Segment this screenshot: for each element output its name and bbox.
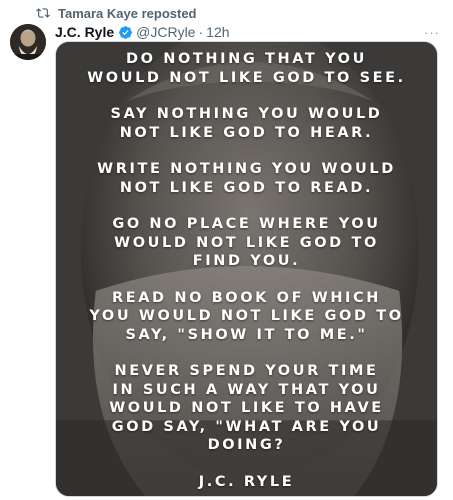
quote-text-line: DO NOTHING THAT YOU	[126, 51, 367, 67]
quote-text-line: NEVER SPEND YOUR TIME	[114, 363, 379, 379]
quote-text-line: YOU WOULD NOT LIKE GOD TO	[89, 308, 404, 324]
quote-text-line: WOULD NOT LIKE GOD TO SEE.	[87, 69, 406, 86]
timestamp[interactable]: 12h	[206, 24, 229, 40]
author-name[interactable]: J.C. Ryle	[55, 24, 114, 40]
quote-line-5: READ NO BOOK OF WHICH YOU WOULD NOT LIKE…	[56, 289, 437, 345]
quote-line-4: GO NO PLACE WHERE YOU WOULD NOT LIKE GOD…	[56, 215, 437, 271]
repost-icon	[36, 6, 50, 20]
quote-text-line: NOT LIKE GOD TO READ.	[119, 179, 374, 196]
author-handle[interactable]: @JCRyle	[136, 24, 195, 40]
more-options-icon[interactable]: ···	[423, 25, 441, 40]
repost-label: Tamara Kaye reposted	[58, 5, 197, 21]
tweet-image[interactable]: DO NOTHING THAT YOU WOULD NOT LIKE GOD T…	[55, 41, 438, 497]
avatar[interactable]	[10, 24, 46, 60]
quote-text-line: SAY, "SHOW IT TO ME."	[125, 326, 368, 343]
quote-line-2: SAY NOTHING YOU WOULD NOT LIKE GOD TO HE…	[56, 105, 437, 142]
quote-text-line: GO NO PLACE WHERE YOU	[112, 216, 381, 232]
quote-text-line: WOULD NOT LIKE GOD TO	[114, 234, 379, 251]
quote-text: DO NOTHING THAT YOU WOULD NOT LIKE GOD T…	[56, 50, 437, 496]
quote-text-line: SAY NOTHING YOU WOULD	[110, 106, 383, 122]
quote-text-line: NOT LIKE GOD TO HEAR.	[119, 124, 374, 141]
separator-dot: ·	[198, 24, 204, 40]
quote-line-3: WRITE NOTHING YOU WOULD NOT LIKE GOD TO …	[56, 160, 437, 197]
quote-text-line: FIND YOU.	[192, 253, 301, 269]
quote-line-6: NEVER SPEND YOUR TIME IN SUCH A WAY THAT…	[56, 362, 437, 455]
tweet[interactable]: Tamara Kaye reposted J.C. Ryle @JCRyle ·…	[0, 0, 453, 500]
verified-badge-icon	[118, 25, 133, 40]
quote-text-line: GOD SAY, "WHAT ARE YOU	[111, 418, 382, 435]
repost-indicator[interactable]: Tamara Kaye reposted	[36, 5, 197, 21]
quote-text-line: DOING?	[207, 437, 286, 453]
tweet-header: J.C. Ryle @JCRyle · 12h ···	[55, 23, 441, 41]
quote-line-1: DO NOTHING THAT YOU WOULD NOT LIKE GOD T…	[56, 50, 437, 87]
quote-text-line: WOULD NOT LIKE TO HAVE	[109, 400, 384, 416]
quote-text-line: READ NO BOOK OF WHICH	[111, 289, 382, 306]
quote-text-line: IN SUCH A WAY THAT YOU	[112, 381, 381, 398]
quote-text-line: WRITE NOTHING YOU WOULD	[97, 161, 396, 177]
quote-signature: J.C. RYLE	[198, 473, 295, 490]
